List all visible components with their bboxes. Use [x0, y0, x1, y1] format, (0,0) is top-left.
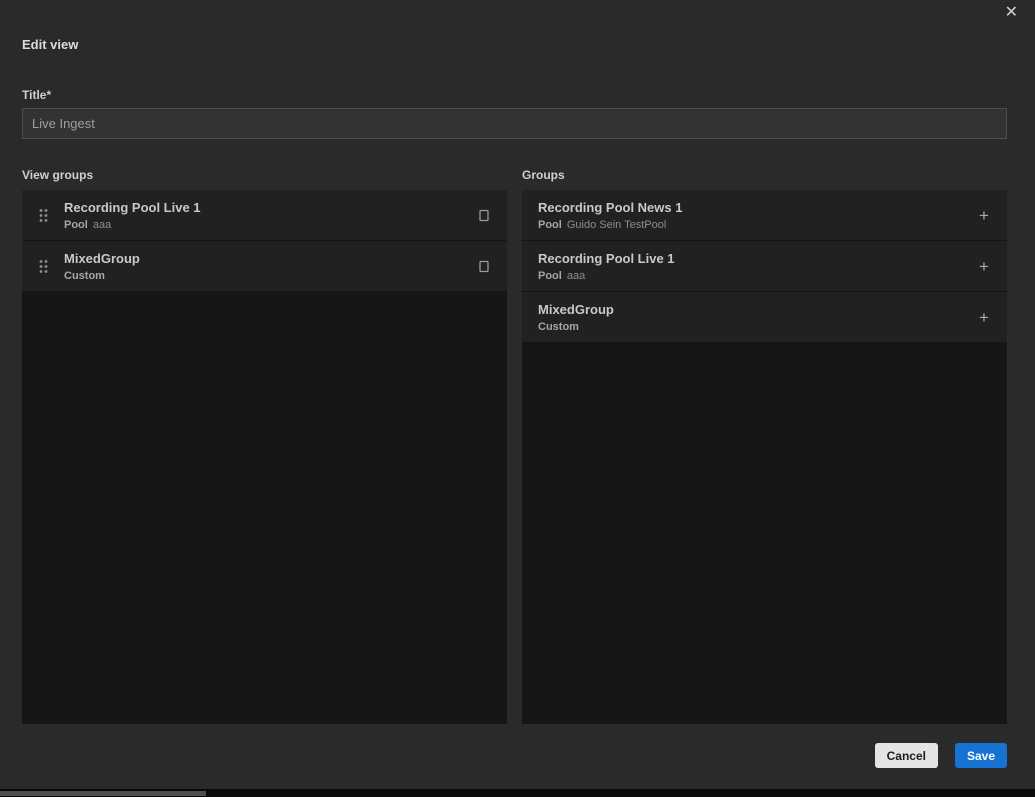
group-texts: MixedGroup Custom — [538, 302, 614, 333]
drag-handle-icon[interactable] — [22, 208, 64, 223]
modal-title: Edit view — [22, 37, 78, 52]
view-groups-label: View groups — [22, 168, 93, 182]
group-title: MixedGroup — [538, 302, 614, 317]
add-icon[interactable]: + — [973, 204, 995, 226]
edit-view-modal: ✕ Edit view Title* View groups Groups Re… — [0, 0, 1035, 789]
view-groups-panel: Recording Pool Live 1 Poolaaa — [22, 190, 507, 724]
group-row: Recording Pool News 1 Pool Guido Sein Tes… — [522, 190, 1007, 241]
remove-icon[interactable] — [473, 204, 495, 226]
group-name: aaa — [567, 270, 585, 282]
group-name: aaa — [93, 219, 111, 231]
view-group-texts: Recording Pool Live 1 Poolaaa — [64, 200, 201, 231]
group-title: Recording Pool News 1 — [538, 200, 682, 215]
add-icon[interactable]: + — [973, 306, 995, 328]
group-type: Custom — [538, 321, 579, 333]
drag-handle-icon[interactable] — [22, 259, 64, 274]
groups-panel: Recording Pool News 1 Pool Guido Sein Tes… — [522, 190, 1007, 724]
page-bottom-strip — [0, 789, 1035, 797]
view-group-subtitle: Poolaaa — [64, 219, 201, 231]
group-type: Pool — [538, 219, 562, 231]
group-texts: Recording Pool News 1 Pool Guido Sein Tes… — [538, 200, 682, 231]
group-type: Pool — [64, 219, 88, 231]
view-group-subtitle: Custom — [64, 270, 140, 282]
horizontal-scrollbar-thumb[interactable] — [0, 791, 206, 796]
group-type: Pool — [538, 270, 562, 282]
view-group-texts: MixedGroup Custom — [64, 251, 140, 282]
title-input[interactable] — [22, 108, 1007, 139]
cancel-button[interactable]: Cancel — [875, 743, 938, 768]
group-texts: Recording Pool Live 1 Poolaaa — [538, 251, 675, 282]
group-subtitle: Custom — [538, 321, 614, 333]
groups-label: Groups — [522, 168, 565, 182]
group-title: Recording Pool Live 1 — [538, 251, 675, 266]
view-group-row: Recording Pool Live 1 Poolaaa — [22, 190, 507, 241]
view-group-title: MixedGroup — [64, 251, 140, 266]
close-icon[interactable]: ✕ — [1005, 5, 1018, 21]
group-type: Custom — [64, 270, 105, 282]
title-label: Title* — [22, 88, 51, 102]
view-group-title: Recording Pool Live 1 — [64, 200, 201, 215]
remove-icon[interactable] — [473, 255, 495, 277]
modal-footer: Cancel Save — [875, 743, 1007, 768]
group-row: Recording Pool Live 1 Poolaaa + — [522, 241, 1007, 292]
group-row: MixedGroup Custom + — [522, 292, 1007, 343]
view-group-row: MixedGroup Custom — [22, 241, 507, 292]
group-name: Guido Sein TestPool — [567, 219, 666, 231]
group-subtitle: Pool Guido Sein TestPool — [538, 219, 682, 231]
add-icon[interactable]: + — [973, 255, 995, 277]
save-button[interactable]: Save — [955, 743, 1007, 768]
group-subtitle: Poolaaa — [538, 270, 675, 282]
